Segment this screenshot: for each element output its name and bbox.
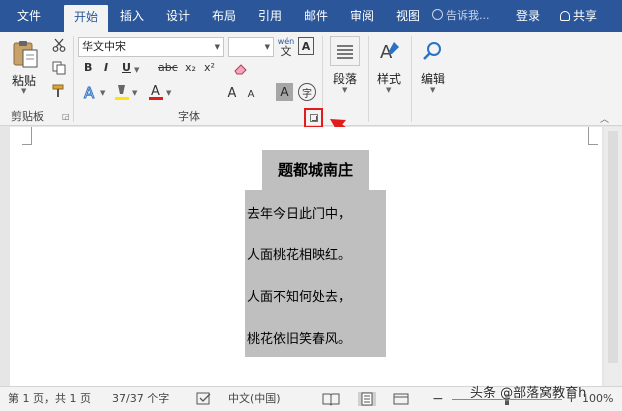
format-painter-button[interactable]: [50, 82, 68, 100]
word-window: 文件 开始 插入 设计 布局 引用 邮件 审阅 视图 告诉我... 登录 共享 …: [0, 0, 622, 411]
styles-dropdown-icon[interactable]: ▼: [386, 86, 391, 94]
clipboard-launcher-icon[interactable]: ◲: [62, 112, 70, 121]
paragraph-dropdown-icon[interactable]: ▼: [342, 86, 347, 94]
collapse-ribbon-icon[interactable]: ︿: [600, 112, 609, 125]
launcher-highlight-box: [304, 108, 323, 128]
paste-dropdown-icon[interactable]: ▼: [21, 87, 26, 95]
styles-label: 样式: [377, 72, 402, 86]
font-color-icon: A: [149, 84, 163, 100]
font-size-combo[interactable]: ▼: [228, 37, 274, 57]
text-effects-button[interactable]: A: [80, 82, 100, 102]
font-name-combo[interactable]: 华文中宋 ▼: [78, 37, 224, 57]
group-separator: [73, 36, 74, 122]
language-indicator[interactable]: 中文(中国): [228, 387, 281, 411]
phonetic-guide-button[interactable]: wén 文: [277, 36, 295, 58]
copy-icon: [52, 61, 66, 75]
watermark: 头条 @部落窝教育h: [470, 386, 587, 401]
editing-dropdown-icon[interactable]: ▼: [430, 86, 435, 94]
clipboard-icon: [13, 41, 38, 68]
grow-font-button[interactable]: A: [224, 84, 240, 102]
svg-text:A: A: [84, 84, 95, 100]
font-name-dropdown-icon: ▼: [214, 43, 220, 51]
font-group-label: 字体: [178, 110, 200, 123]
text-effects-icon: A: [84, 84, 96, 100]
paragraph-align-icon: [337, 45, 353, 59]
italic-button[interactable]: I: [104, 61, 108, 79]
share-label: 共享: [573, 9, 598, 23]
text-effects-dropdown-icon[interactable]: ▼: [100, 89, 105, 97]
paintbrush-icon: [52, 84, 64, 97]
scrollbar-thumb[interactable]: [608, 131, 618, 363]
tab-mailings[interactable]: 邮件: [296, 0, 336, 32]
poem-line[interactable]: 人面不知何处去，: [247, 286, 351, 305]
tab-layout[interactable]: 布局: [204, 0, 244, 32]
paragraph-label: 段落: [333, 72, 358, 86]
superscript-button[interactable]: x²: [204, 61, 215, 79]
styles-button[interactable]: A: [376, 36, 404, 66]
svg-text:A: A: [151, 84, 160, 99]
print-layout-icon[interactable]: [358, 392, 376, 406]
bold-button[interactable]: B: [84, 61, 92, 79]
poem-line[interactable]: 人面桃花相映红。: [247, 244, 351, 263]
proofing-icon[interactable]: [196, 387, 212, 411]
group-separator: [411, 36, 412, 122]
lightbulb-icon: [432, 9, 443, 20]
subscript-button[interactable]: x₂: [185, 61, 196, 79]
tab-references[interactable]: 引用: [250, 0, 290, 32]
tab-home[interactable]: 开始: [64, 5, 108, 32]
tab-view[interactable]: 视图: [388, 0, 428, 32]
zoom-out-icon[interactable]: −: [432, 387, 444, 411]
margin-corner-right: [588, 127, 598, 145]
highlight-button[interactable]: [112, 82, 132, 102]
sign-in-link[interactable]: 登录: [516, 0, 540, 32]
poem-title[interactable]: 题都城南庄: [262, 150, 369, 190]
zoom-level[interactable]: 100%: [582, 387, 613, 411]
underline-dropdown-icon[interactable]: ▼: [134, 66, 139, 74]
copy-button[interactable]: [50, 59, 68, 77]
cut-button[interactable]: [50, 36, 68, 54]
font-color-dropdown-icon[interactable]: ▼: [166, 89, 171, 97]
read-mode-icon[interactable]: [322, 392, 340, 406]
page-count[interactable]: 第 1 页，共 1 页: [8, 387, 91, 411]
paragraph-button[interactable]: [330, 36, 360, 66]
highlighter-icon: [115, 85, 129, 100]
editing-button[interactable]: [420, 36, 446, 66]
clipboard-group-label: 剪贴板: [11, 110, 44, 123]
editing-label: 编辑: [421, 72, 446, 86]
styles-icon: A: [380, 42, 399, 63]
tab-design[interactable]: 设计: [158, 0, 198, 32]
enclose-characters-button[interactable]: 字: [298, 83, 316, 101]
ribbon-tab-bar: 文件 开始 插入 设计 布局 引用 邮件 审阅 视图 告诉我... 登录 共享: [0, 0, 622, 32]
phonetic-big-text: 文: [280, 45, 292, 58]
poem-line[interactable]: 去年今日此门中，: [247, 203, 351, 222]
scissors-icon: [52, 38, 66, 52]
paste-button[interactable]: [10, 38, 40, 70]
person-icon: [560, 11, 570, 21]
font-color-button[interactable]: A: [146, 82, 166, 102]
word-count[interactable]: 37/37 个字: [112, 387, 169, 411]
clear-formatting-button[interactable]: [232, 60, 250, 78]
char-border-button[interactable]: A: [298, 37, 314, 55]
highlight-dropdown-icon[interactable]: ▼: [132, 89, 137, 97]
tab-file[interactable]: 文件: [8, 0, 50, 32]
tab-insert[interactable]: 插入: [112, 0, 152, 32]
share-button[interactable]: 共享: [554, 5, 597, 27]
strikethrough-button[interactable]: abc: [158, 61, 178, 79]
tell-me-text: 告诉我...: [446, 9, 490, 22]
font-size-dropdown-icon: ▼: [264, 43, 270, 51]
underline-button[interactable]: U: [122, 61, 131, 79]
character-shading-button[interactable]: A: [276, 83, 293, 101]
margin-corner-left: [22, 127, 32, 145]
tell-me-box[interactable]: 告诉我...: [432, 0, 490, 32]
tab-review[interactable]: 审阅: [342, 0, 382, 32]
eraser-icon: [234, 64, 247, 75]
group-separator: [368, 36, 369, 122]
font-name-value: 华文中宋: [82, 40, 126, 53]
vertical-scrollbar[interactable]: [604, 127, 622, 386]
magnifier-icon: [423, 42, 441, 60]
web-layout-icon[interactable]: [392, 392, 410, 406]
shrink-font-button[interactable]: A: [244, 86, 258, 102]
poem-line[interactable]: 桃花依旧笑春风。: [247, 328, 351, 347]
